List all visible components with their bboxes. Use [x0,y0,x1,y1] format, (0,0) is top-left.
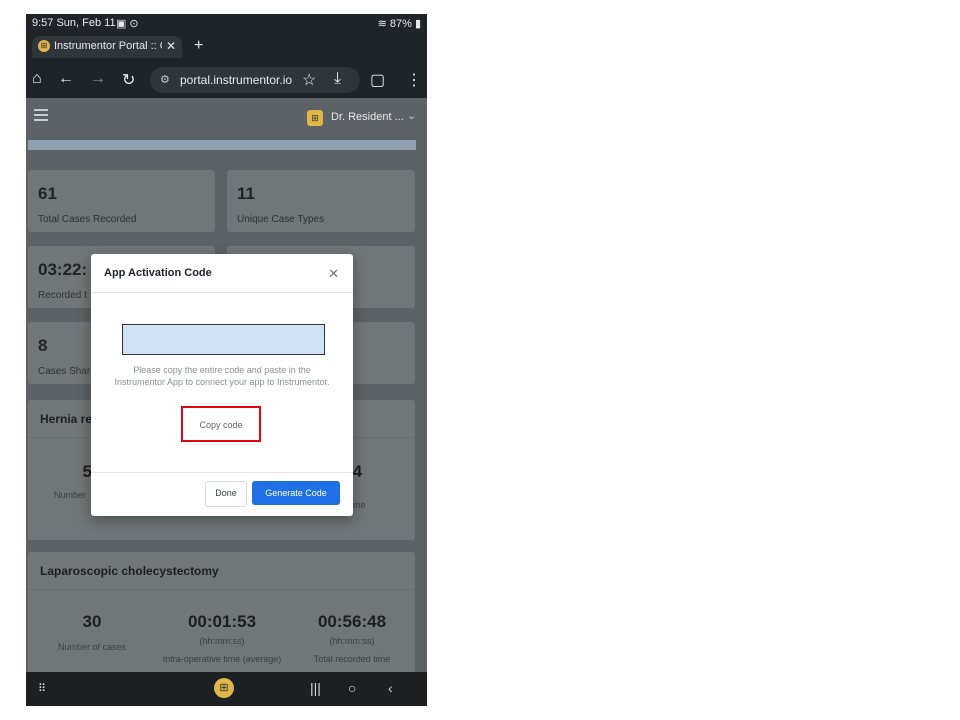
address-bar[interactable]: ⚙ portal.instrumentor.io [150,67,360,93]
app-grid-icon[interactable]: ⠿ [38,682,46,695]
close-icon[interactable]: ✕ [328,266,339,282]
url-text: portal.instrumentor.io [180,73,293,87]
page-banner [28,140,416,150]
stat-value: 61 [38,184,57,203]
recent-apps-icon[interactable]: ||| [310,680,321,696]
wifi-icon: ≋ [377,18,390,30]
home-button-icon[interactable]: ○ [348,680,356,696]
home-icon[interactable]: ⌂ [32,70,42,88]
tab-close-icon[interactable]: ✕ [166,39,176,53]
stat-number-cases: 30 Number of cases [32,612,152,652]
stat-card-unique-types: 11 Unique Case Types [227,170,415,232]
stat-big: 30 [82,612,102,631]
browser-toolbar: ⌂ ← → ↻ ⚙ portal.instrumentor.io ☆ ⤓ ▢ ⋮ [26,62,427,98]
bookmark-star-icon[interactable]: ☆ [302,70,316,90]
stat-value: 11 [237,184,255,203]
generate-code-button[interactable]: Generate Code [252,481,340,505]
new-tab-icon[interactable]: + [194,37,203,55]
stat-value: 03:22: [38,260,88,279]
app-shortcut-icon[interactable]: ⊞ [214,678,234,698]
favicon-icon: ⊞ [38,40,50,52]
stat-card-total-cases: 61 Total Cases Recorded [28,170,215,232]
status-time: 9:57 Sun, Feb 11 [32,17,116,29]
stat-label: Cases Shar [38,366,91,377]
stat-label: Total recorded time [313,654,391,664]
browser-tab[interactable]: ⊞ Instrumentor Portal :: Global ✕ [32,36,182,58]
battery-percent: 87% [389,18,412,30]
stat-big: 00:56:48 [317,612,387,631]
divider [91,292,353,293]
stat-unit: (hh:mm:ss) [199,636,245,646]
browser-top-bar: 9:57 Sun, Feb 11 ▣⊙ ≋ 87% ▮ ⊞ Instrument… [26,14,427,62]
modal-title: App Activation Code [104,267,212,279]
app-header: ⊞ Dr. Resident ... ⌄ [26,98,427,138]
tablet-screen: 9:57 Sun, Feb 11 ▣⊙ ≋ 87% ▮ ⊞ Instrument… [26,14,427,706]
menu-dots-icon[interactable]: ⋮ [406,70,422,90]
account-avatar[interactable]: ⊞ [307,110,323,126]
stat-total-recorded: 00:56:48 (hh:mm:ss) Total recorded time [292,612,412,664]
battery-level: ≋ 87% ▮ [378,17,421,30]
account-name[interactable]: Dr. Resident ... [331,111,404,123]
notification-icons: ▣⊙ [116,18,142,30]
modal-instructions: Please copy the entire code and paste in… [114,365,330,387]
hamburger-menu-icon[interactable] [34,109,48,121]
divider [28,589,415,590]
stat-label: Intra-operative time (average) [162,654,282,664]
download-icon[interactable]: ⤓ [334,70,341,88]
stat-label: Recorded t [38,290,87,301]
battery-icon: ▮ [411,18,421,30]
done-button[interactable]: Done [205,481,247,507]
tab-title: Instrumentor Portal :: Global [54,40,162,52]
section-card-cholecystectomy: Laparoscopic cholecystectomy 30 Number o… [28,552,415,672]
stat-unit: (hh:mm:ss) [329,636,375,646]
site-settings-icon[interactable]: ⚙ [160,73,170,86]
reload-icon[interactable]: ↻ [122,70,135,90]
back-icon[interactable]: ← [58,70,74,88]
divider [91,472,353,473]
stat-label: Unique Case Types [237,214,325,225]
forward-icon[interactable]: → [90,70,106,88]
tab-switcher-icon[interactable]: ▢ [370,70,385,90]
system-nav-bar: ⠿ ⊞ ||| ○ ‹ [26,672,427,706]
section-title: Laparoscopic cholecystectomy [40,564,219,578]
activation-code-field[interactable] [122,324,325,355]
back-button-icon[interactable]: ‹ [388,680,393,696]
chevron-down-icon[interactable]: ⌄ [407,109,416,122]
stat-value: 8 [38,336,48,355]
stat-label: Total Cases Recorded [38,214,137,225]
status-bar: 9:57 Sun, Feb 11 ▣⊙ ≋ 87% ▮ [26,14,427,34]
activation-code-modal: App Activation Code ✕ Please copy the en… [91,254,353,516]
stat-label: Number of cases [57,642,127,652]
copy-code-button[interactable]: Copy code [181,406,261,442]
stat-intraop-time: 00:01:53 (hh:mm:ss) Intra-operative time… [162,612,282,664]
stat-big: 00:01:53 [187,612,257,631]
